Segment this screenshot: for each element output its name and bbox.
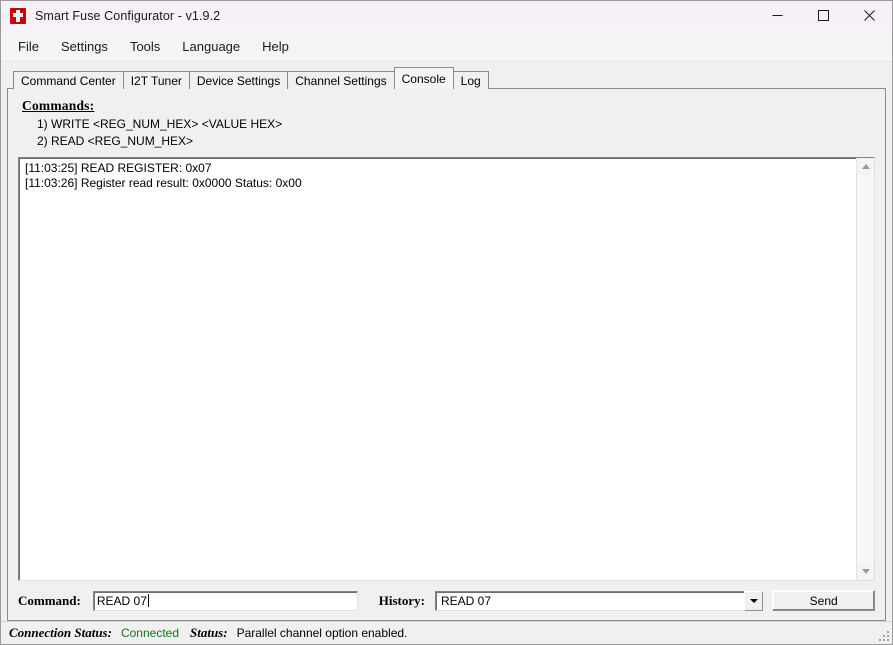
console-vertical-scrollbar[interactable] (856, 158, 874, 580)
tab-i2t-tuner[interactable]: I2T Tuner (122, 71, 190, 89)
history-dropdown-button[interactable] (744, 590, 764, 611)
scroll-down-button[interactable] (857, 563, 874, 580)
tab-strip: Command Center I2T Tuner Device Settings… (7, 67, 886, 89)
resize-grip-icon[interactable] (876, 628, 889, 641)
ti-logo-icon (10, 7, 26, 24)
minimize-icon (772, 15, 782, 16)
tab-log[interactable]: Log (452, 71, 489, 89)
tab-command-center[interactable]: Command Center (13, 71, 124, 89)
connection-status-value: Connected (120, 626, 179, 640)
window-controls (754, 1, 892, 30)
command-input[interactable]: READ 07 (92, 590, 358, 611)
commands-heading: Commands: (22, 98, 95, 113)
tab-device-settings[interactable]: Device Settings (188, 71, 289, 89)
tab-control: Command Center I2T Tuner Device Settings… (7, 67, 886, 621)
status-bar: Connection Status: Connected Status: Par… (1, 621, 892, 644)
console-output-area: [11:03:25] READ REGISTER: 0x07 [11:03:26… (18, 157, 875, 581)
menu-item-file[interactable]: File (7, 36, 50, 57)
scroll-up-button[interactable] (857, 158, 874, 175)
maximize-button[interactable] (800, 1, 846, 30)
command-input-value: READ 07 (96, 593, 147, 608)
scrollbar-track[interactable] (857, 175, 874, 563)
history-label: History: (378, 592, 425, 608)
command-label: Command: (18, 592, 81, 608)
history-combobox[interactable]: READ 07 (434, 590, 764, 611)
scroll-down-icon (861, 569, 870, 574)
console-log-text: [11:03:25] READ REGISTER: 0x07 [11:03:26… (25, 161, 302, 190)
title-bar: Smart Fuse Configurator - v1.9.2 (1, 1, 892, 31)
menu-item-help[interactable]: Help (251, 36, 300, 57)
history-selected-value: READ 07 (440, 593, 492, 608)
menu-item-settings[interactable]: Settings (50, 36, 119, 57)
status-message: Parallel channel option enabled. (236, 626, 408, 640)
close-button[interactable] (846, 1, 892, 30)
connection-status-label: Connection Status: (9, 625, 112, 640)
close-icon (863, 10, 875, 21)
status-label: Status: (190, 625, 228, 640)
application-window: Smart Fuse Configurator - v1.9.2 File Se… (0, 0, 893, 645)
chevron-down-icon (749, 598, 758, 603)
command-syntax-read: 2) READ <REG_NUM_HEX> (37, 134, 194, 148)
menu-item-tools[interactable]: Tools (119, 36, 171, 57)
maximize-icon (817, 10, 829, 21)
console-tab-panel: Commands: 1) WRITE <REG_NUM_HEX> <VALUE … (7, 88, 886, 621)
minimize-button[interactable] (754, 1, 800, 30)
tab-strip-filler (487, 71, 886, 89)
menu-item-language[interactable]: Language (171, 36, 251, 57)
client-area: Command Center I2T Tuner Device Settings… (1, 62, 892, 621)
tab-console[interactable]: Console (393, 67, 454, 89)
command-entry-row: Command: READ 07 History: READ 07 Send (18, 590, 875, 611)
window-title: Smart Fuse Configurator - v1.9.2 (35, 8, 221, 23)
tab-channel-settings[interactable]: Channel Settings (287, 71, 395, 89)
command-syntax-write: 1) WRITE <REG_NUM_HEX> <VALUE HEX> (37, 117, 283, 131)
send-button[interactable]: Send (772, 590, 875, 611)
menu-bar: File Settings Tools Language Help (1, 31, 892, 62)
text-caret (147, 594, 149, 607)
scroll-up-icon (861, 164, 870, 169)
commands-help-block: Commands: 1) WRITE <REG_NUM_HEX> <VALUE … (22, 98, 875, 150)
